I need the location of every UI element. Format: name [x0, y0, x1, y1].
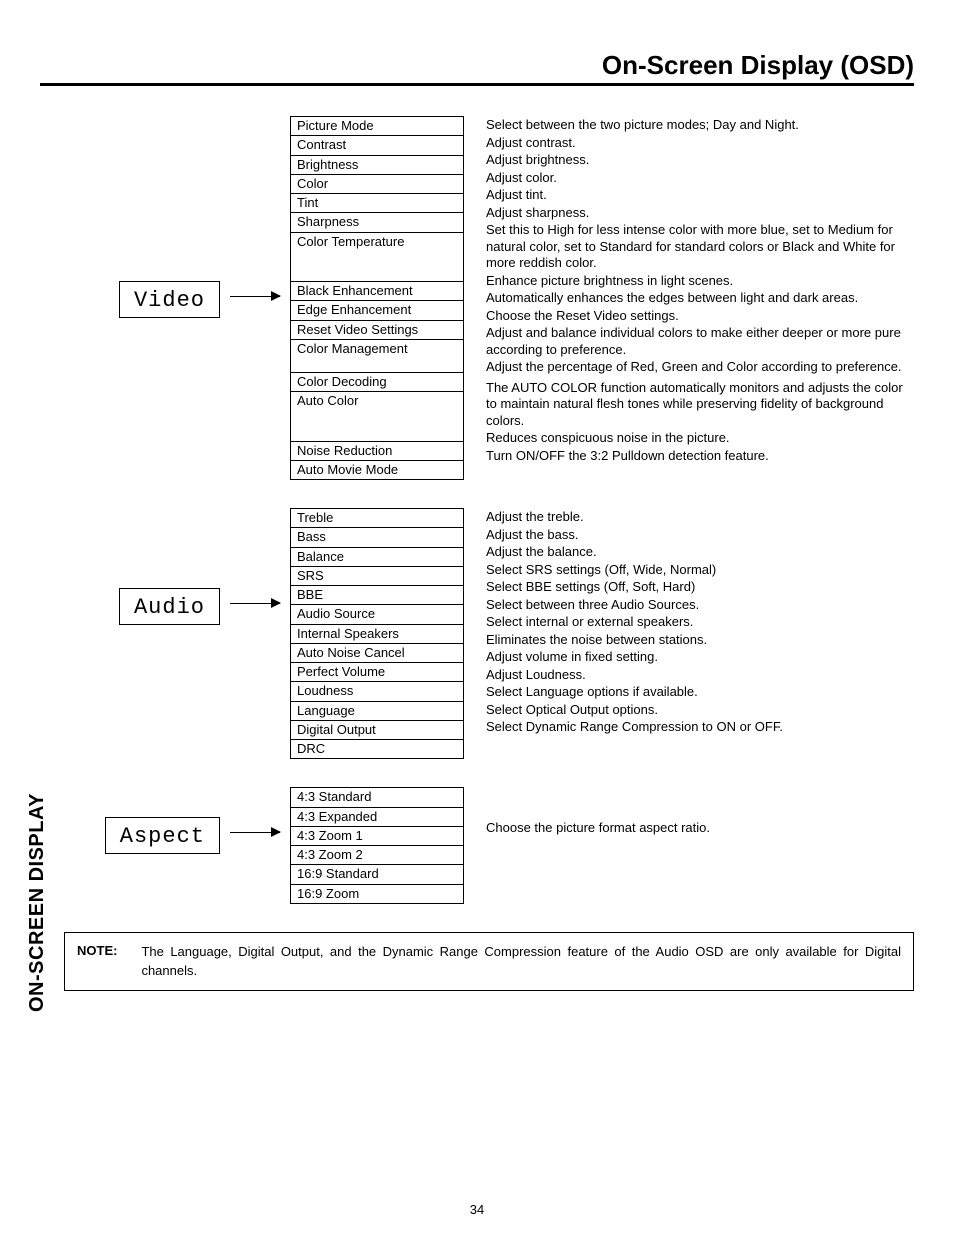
desc-text: Adjust volume in fixed setting. [486, 648, 914, 666]
menu-item: Auto Movie Mode [291, 461, 463, 479]
menu-item: Noise Reduction [291, 442, 463, 461]
menu-item: Black Enhancement [291, 282, 463, 301]
menu-item: Picture Mode [291, 117, 463, 136]
desc-text: Adjust sharpness. [486, 204, 914, 222]
desc-text: Enhance picture brightness in light scen… [486, 272, 914, 290]
desc-text: Adjust Loudness. [486, 666, 914, 684]
desc-text: Adjust color. [486, 169, 914, 187]
category-audio: Audio [119, 588, 220, 625]
video-descriptions: Select between the two picture modes; Da… [464, 116, 914, 464]
desc-text: Reduces conspicuous noise in the picture… [486, 429, 914, 447]
menu-item: 16:9 Standard [291, 865, 463, 884]
menu-item: DRC [291, 740, 463, 758]
desc-text: Adjust contrast. [486, 134, 914, 152]
desc-text: The AUTO COLOR function automatically mo… [486, 376, 914, 430]
desc-text: Automatically enhances the edges between… [486, 289, 914, 307]
menu-item: Loudness [291, 682, 463, 701]
video-items: Picture ModeContrastBrightnessColorTintS… [290, 116, 464, 480]
desc-text: Adjust brightness. [486, 151, 914, 169]
menu-item: 16:9 Zoom [291, 885, 463, 903]
arrow-icon [230, 296, 280, 297]
desc-text: Adjust and balance individual colors to … [486, 324, 914, 358]
menu-item: Brightness [291, 156, 463, 175]
desc-text: Set this to High for less intense color … [486, 221, 914, 272]
desc-text: Adjust the percentage of Red, Green and … [486, 358, 914, 376]
side-tab: ON-SCREEN DISPLAY [26, 793, 49, 1012]
desc-text: Adjust the balance. [486, 543, 914, 561]
section-video: Video Picture ModeContrastBrightnessColo… [40, 116, 914, 480]
menu-item: Perfect Volume [291, 663, 463, 682]
section-audio: Audio TrebleBassBalanceSRSBBEAudio Sourc… [40, 508, 914, 759]
desc-text: Adjust the treble. [486, 508, 914, 526]
menu-item: Internal Speakers [291, 625, 463, 644]
menu-item: 4:3 Standard [291, 788, 463, 807]
category-aspect: Aspect [105, 817, 220, 854]
desc-text: Select internal or external speakers. [486, 613, 914, 631]
desc-text: Choose the Reset Video settings. [486, 307, 914, 325]
arrow-icon [230, 603, 280, 604]
arrow-icon [230, 832, 280, 833]
menu-item: 4:3 Expanded [291, 808, 463, 827]
menu-item: Audio Source [291, 605, 463, 624]
aspect-description: Choose the picture format aspect ratio. [464, 787, 914, 837]
menu-item: 4:3 Zoom 2 [291, 846, 463, 865]
menu-item: Digital Output [291, 721, 463, 740]
menu-item: Color [291, 175, 463, 194]
desc-text: Adjust tint. [486, 186, 914, 204]
desc-text: Eliminates the noise between stations. [486, 631, 914, 649]
desc-text: Turn ON/OFF the 3:2 Pulldown detection f… [486, 447, 914, 465]
audio-descriptions: Adjust the treble.Adjust the bass.Adjust… [464, 508, 914, 736]
page-number: 34 [0, 1202, 954, 1217]
menu-item: Auto Noise Cancel [291, 644, 463, 663]
menu-item: SRS [291, 567, 463, 586]
desc-text: Select between three Audio Sources. [486, 596, 914, 614]
menu-item: Balance [291, 548, 463, 567]
desc-text: Select Optical Output options. [486, 701, 914, 719]
audio-items: TrebleBassBalanceSRSBBEAudio SourceInter… [290, 508, 464, 759]
menu-item: Color Temperature [291, 233, 463, 283]
section-aspect: Aspect 4:3 Standard4:3 Expanded4:3 Zoom … [40, 787, 914, 904]
category-video: Video [119, 281, 220, 318]
aspect-items: 4:3 Standard4:3 Expanded4:3 Zoom 14:3 Zo… [290, 787, 464, 904]
menu-item: Treble [291, 509, 463, 528]
menu-item: Tint [291, 194, 463, 213]
menu-item: BBE [291, 586, 463, 605]
menu-item: Sharpness [291, 213, 463, 232]
desc-text: Select between the two picture modes; Da… [486, 116, 914, 134]
menu-item: Auto Color [291, 392, 463, 442]
desc-text: Select BBE settings (Off, Soft, Hard) [486, 578, 914, 596]
desc-text: Adjust the bass. [486, 526, 914, 544]
menu-item: Edge Enhancement [291, 301, 463, 320]
desc-text: Select Language options if available. [486, 683, 914, 701]
menu-item: Language [291, 702, 463, 721]
menu-item: 4:3 Zoom 1 [291, 827, 463, 846]
page-title: On-Screen Display (OSD) [40, 50, 914, 86]
desc-text: Select Dynamic Range Compression to ON o… [486, 718, 914, 736]
note-label: NOTE: [77, 943, 117, 981]
menu-item: Bass [291, 528, 463, 547]
desc-text: Select SRS settings (Off, Wide, Normal) [486, 561, 914, 579]
menu-item: Color Management [291, 340, 463, 373]
menu-item: Contrast [291, 136, 463, 155]
menu-item: Color Decoding [291, 373, 463, 392]
note-box: NOTE: The Language, Digital Output, and … [64, 932, 914, 992]
desc-text: Choose the picture format aspect ratio. [486, 819, 914, 837]
menu-item: Reset Video Settings [291, 321, 463, 340]
note-text: The Language, Digital Output, and the Dy… [141, 943, 901, 981]
